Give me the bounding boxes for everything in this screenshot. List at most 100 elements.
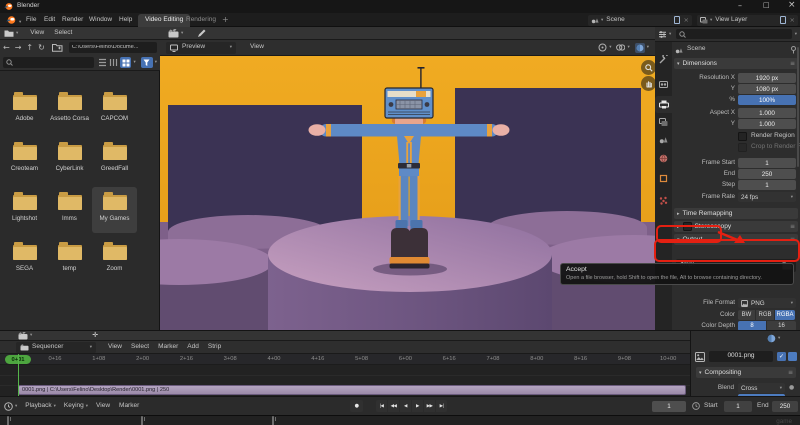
blender-menu-icon[interactable]	[6, 15, 16, 25]
frame-end-field[interactable]: 250	[738, 169, 796, 179]
close-button[interactable]: ×	[788, 1, 796, 10]
folder-item-selected[interactable]: My Games	[92, 187, 137, 233]
menu-window[interactable]: Window	[89, 17, 112, 24]
frame-start-field[interactable]: 1	[738, 158, 796, 168]
resolution-x-field[interactable]: 1920 px	[738, 73, 796, 83]
pan-gizmo-button[interactable]	[641, 76, 655, 91]
seq-menu-strip[interactable]: Strip	[208, 344, 221, 351]
properties-tab-render[interactable]	[659, 80, 668, 89]
create-folder-icon[interactable]	[52, 43, 63, 52]
chevron-down-icon[interactable]: ▾	[627, 45, 629, 50]
properties-scrollbar[interactable]	[797, 47, 799, 167]
gizmo-options-icon[interactable]	[598, 43, 607, 52]
preview-mode-dropdown[interactable]: Preview ▾	[166, 42, 236, 54]
sequencer-mode-dropdown[interactable]: Sequencer ▾	[16, 342, 96, 353]
tab-rendering[interactable]: Rendering	[186, 17, 216, 24]
clock-icon[interactable]	[4, 402, 13, 411]
play-reverse-button[interactable]: ◀	[400, 400, 411, 412]
folder-item[interactable]: Creoteam	[2, 137, 47, 183]
color-rgba-button[interactable]: RGBA	[775, 310, 795, 320]
menu-render[interactable]: Render	[62, 17, 83, 24]
new-layer-icon[interactable]	[780, 16, 787, 24]
preview-menu-view[interactable]: View	[250, 44, 264, 51]
panel-menu-icon[interactable]: ≡	[788, 369, 793, 376]
panel-menu-icon[interactable]: ≡	[790, 223, 795, 230]
color-bw-button[interactable]: BW	[738, 310, 755, 320]
resolution-y-field[interactable]: 1080 px	[738, 84, 796, 94]
jump-to-end-button[interactable]: ▶|	[436, 400, 447, 412]
prev-keyframe-button[interactable]: ◀◀	[388, 400, 399, 412]
annotate-tool-icon[interactable]	[197, 29, 206, 38]
current-frame-field[interactable]: 1	[652, 401, 686, 412]
chevron-down-icon[interactable]: ▾	[133, 60, 135, 65]
folder-item[interactable]: CyberLink	[47, 137, 92, 183]
animate-property-dot[interactable]: ●	[789, 384, 794, 391]
aspect-x-field[interactable]: 1.000	[738, 108, 796, 118]
end-frame-field[interactable]: 250	[772, 401, 798, 412]
sequencer-editor-icon[interactable]	[168, 29, 179, 38]
panel-menu-icon[interactable]: ≡	[790, 60, 795, 67]
crop-render-checkbox[interactable]: Crop to Render Re...	[738, 143, 800, 152]
file-search-input[interactable]	[3, 57, 94, 68]
view-layer-selector[interactable]: ▾ View Layer ×	[697, 15, 798, 26]
timeline-ruler[interactable]: 0+16 1+08 2+00 2+16 3+08 4+00 4+16 5+08 …	[0, 354, 690, 365]
forward-icon[interactable]: →	[15, 44, 22, 52]
panel-header-time-remapping[interactable]: ▸ Time Remapping	[674, 208, 798, 219]
pin-icon[interactable]	[790, 46, 797, 54]
shading-mode-icon[interactable]	[635, 43, 645, 53]
new-scene-icon[interactable]	[674, 16, 681, 24]
keying-menu[interactable]: Keying	[64, 403, 84, 410]
folder-item[interactable]: Assetto Corsa	[47, 87, 92, 133]
timeline-strips-area[interactable]: 0001.png | C:\Users\Felino\Desktop\Rende…	[0, 365, 690, 397]
menu-edit[interactable]: Edit	[44, 17, 55, 24]
tab-video-editing[interactable]: Video Editing	[138, 14, 190, 27]
file-format-dropdown[interactable]: PNG ▾	[738, 298, 796, 308]
file-browser-editor-icon[interactable]	[4, 29, 14, 38]
folder-item[interactable]: GreedFall	[92, 137, 137, 183]
remove-layer-icon[interactable]: ×	[790, 17, 795, 24]
seq-menu-view[interactable]: View	[108, 344, 122, 351]
properties-tab-output-active[interactable]	[655, 96, 672, 113]
refresh-icon[interactable]: ↻	[38, 44, 45, 52]
properties-tab-world[interactable]	[659, 154, 668, 163]
file-browser-menu-view[interactable]: View	[30, 30, 44, 37]
properties-tab-view-layer[interactable]	[659, 118, 668, 127]
blend-mode-dropdown[interactable]: Cross ▾	[738, 383, 785, 393]
chevron-down-icon[interactable]: ▾	[795, 32, 797, 37]
display-thumbnails-icon[interactable]	[120, 57, 131, 68]
auto-key-button[interactable]: ●	[350, 400, 363, 412]
file-browser-menu-select[interactable]: Select	[54, 30, 72, 37]
sequencer-editor-icon[interactable]	[18, 332, 28, 340]
minimize-button[interactable]: –	[738, 2, 742, 10]
menu-file[interactable]: File	[26, 17, 36, 24]
chevron-down-icon[interactable]: ▾	[609, 45, 611, 50]
panel-header-compositing[interactable]: ▾ Compositing ≡	[696, 367, 796, 378]
frame-step-field[interactable]: 1	[738, 180, 796, 190]
folder-item[interactable]: temp	[47, 237, 92, 283]
chevron-down-icon[interactable]: ▾	[155, 60, 157, 65]
add-workspace-button[interactable]: +	[222, 16, 229, 24]
aspect-y-field[interactable]: 1.000	[738, 119, 796, 129]
seq-menu-marker[interactable]: Marker	[158, 344, 178, 351]
scene-selector[interactable]: ▾ Scene ×	[588, 15, 692, 26]
view-menu[interactable]: View	[96, 403, 110, 410]
strip-filename-field[interactable]: 0001.png	[709, 351, 773, 362]
zoom-gizmo-button[interactable]	[641, 60, 655, 75]
properties-editor-icon[interactable]	[658, 30, 667, 39]
display-vertical-list-icon[interactable]	[98, 58, 107, 67]
display-horizontal-list-icon[interactable]	[109, 58, 118, 67]
strip-mute-checkbox[interactable]: ✓	[777, 352, 786, 361]
marker-menu[interactable]: Marker	[119, 403, 139, 410]
folder-item[interactable]: lmms	[47, 187, 92, 233]
seq-menu-select[interactable]: Select	[131, 344, 149, 351]
maximize-button[interactable]: □	[763, 2, 770, 9]
folder-item[interactable]: SEGA	[2, 237, 47, 283]
path-field[interactable]: C:\Users\Felino\Docume...	[69, 42, 157, 53]
color-rgb-button[interactable]: RGB	[756, 310, 774, 320]
properties-search-input[interactable]	[676, 29, 791, 39]
playhead[interactable]	[18, 354, 19, 397]
seq-overlay-toggle[interactable]: ▾	[767, 334, 780, 343]
image-strip[interactable]: 0001.png | C:\Users\Felino\Desktop\Rende…	[18, 385, 686, 395]
resolution-percent-slider[interactable]: 100%	[738, 95, 796, 105]
playback-menu[interactable]: Playback	[25, 403, 51, 410]
